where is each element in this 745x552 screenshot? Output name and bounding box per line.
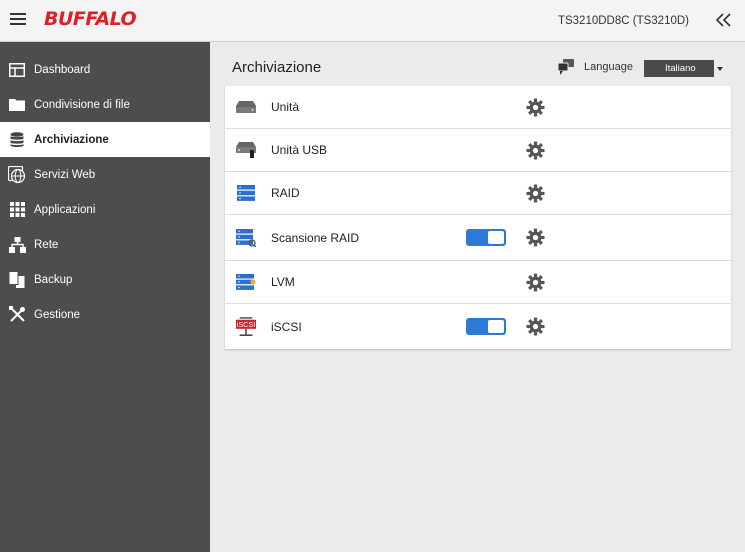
- gear-icon[interactable]: [526, 272, 545, 292]
- list-item-raid-scan[interactable]: Scansione RAID: [225, 215, 731, 261]
- toggle-knob: [488, 320, 504, 333]
- top-bar: BUFFALO TS3210DD8C (TS3210D): [0, 0, 745, 42]
- sidebar: Dashboard Condivisione di file Archiviaz…: [0, 42, 210, 552]
- globe-icon: [8, 165, 26, 184]
- list-item-iscsi[interactable]: iSCSI iSCSI: [225, 304, 731, 349]
- row-label: LVM: [271, 275, 295, 289]
- tools-icon: [8, 306, 26, 324]
- list-item-lvm[interactable]: LVM: [225, 261, 731, 304]
- row-label: Unità: [271, 100, 300, 114]
- raid-scan-icon: [236, 228, 256, 248]
- iscsi-icon: iSCSI: [236, 316, 256, 337]
- row-label: iSCSI: [271, 319, 302, 334]
- network-icon: [8, 236, 26, 254]
- raid-icon: [236, 183, 256, 203]
- gear-icon[interactable]: [526, 317, 545, 336]
- hamburger-menu-icon[interactable]: [10, 13, 26, 27]
- gear-icon[interactable]: [526, 140, 545, 160]
- row-label: Unità USB: [271, 143, 328, 157]
- apps-grid-icon: [8, 201, 26, 219]
- gear-icon[interactable]: [526, 97, 545, 117]
- sidebar-item-label: Archiviazione: [34, 133, 109, 146]
- sidebar-item-storage[interactable]: Archiviazione: [0, 122, 210, 157]
- toggle-knob: [488, 231, 504, 244]
- dashboard-icon: [8, 61, 26, 79]
- backup-icon: [8, 271, 26, 289]
- main-content: Archiviazione Language Italiano Unità Un…: [210, 42, 745, 552]
- sidebar-item-network[interactable]: Rete: [0, 227, 210, 262]
- row-label: Scansione RAID: [271, 230, 360, 245]
- iscsi-toggle[interactable]: [466, 318, 506, 335]
- list-item-drives[interactable]: Unità: [225, 86, 731, 129]
- sidebar-item-label: Rete: [34, 238, 59, 251]
- sidebar-item-label: Servizi Web: [34, 168, 96, 181]
- folder-icon: [8, 96, 26, 114]
- language-select[interactable]: Italiano: [644, 60, 714, 77]
- database-icon: [8, 131, 26, 149]
- sidebar-item-label: Dashboard: [34, 63, 91, 76]
- list-item-raid[interactable]: RAID: [225, 172, 731, 215]
- sidebar-item-dashboard[interactable]: Dashboard: [0, 52, 210, 87]
- chevron-down-icon[interactable]: [717, 67, 723, 71]
- sidebar-item-backup[interactable]: Backup: [0, 262, 210, 297]
- sidebar-item-applications[interactable]: Applicazioni: [0, 192, 210, 227]
- language-chat-icon: [557, 59, 574, 75]
- sidebar-item-label: Gestione: [34, 308, 81, 321]
- sidebar-item-label: Condivisione di file: [34, 98, 130, 111]
- sidebar-item-label: Applicazioni: [34, 203, 96, 216]
- sidebar-item-web-services[interactable]: Servizi Web: [0, 157, 210, 192]
- lvm-icon: [236, 272, 256, 292]
- iscsi-icon-text: iSCSI: [237, 320, 256, 329]
- drive-icon: [236, 97, 256, 117]
- brand-logo: BUFFALO: [44, 8, 137, 30]
- list-item-usb-drives[interactable]: Unità USB: [225, 129, 731, 172]
- storage-list: Unità Unità USB RAID Scansione RAID LVM …: [225, 86, 731, 349]
- gear-icon[interactable]: [526, 183, 545, 203]
- sidebar-item-label: Backup: [34, 273, 73, 286]
- page-title: Archiviazione: [232, 59, 322, 76]
- raid-scan-toggle[interactable]: [466, 229, 506, 246]
- sidebar-item-file-sharing[interactable]: Condivisione di file: [0, 87, 210, 122]
- sidebar-item-management[interactable]: Gestione: [0, 297, 210, 332]
- collapse-chevrons-icon[interactable]: [715, 11, 733, 29]
- gear-icon[interactable]: [526, 228, 545, 247]
- language-label: Language: [584, 61, 633, 73]
- usb-drive-icon: [236, 140, 256, 160]
- device-model: TS3210DD8C (TS3210D): [557, 15, 689, 27]
- row-label: RAID: [271, 186, 300, 200]
